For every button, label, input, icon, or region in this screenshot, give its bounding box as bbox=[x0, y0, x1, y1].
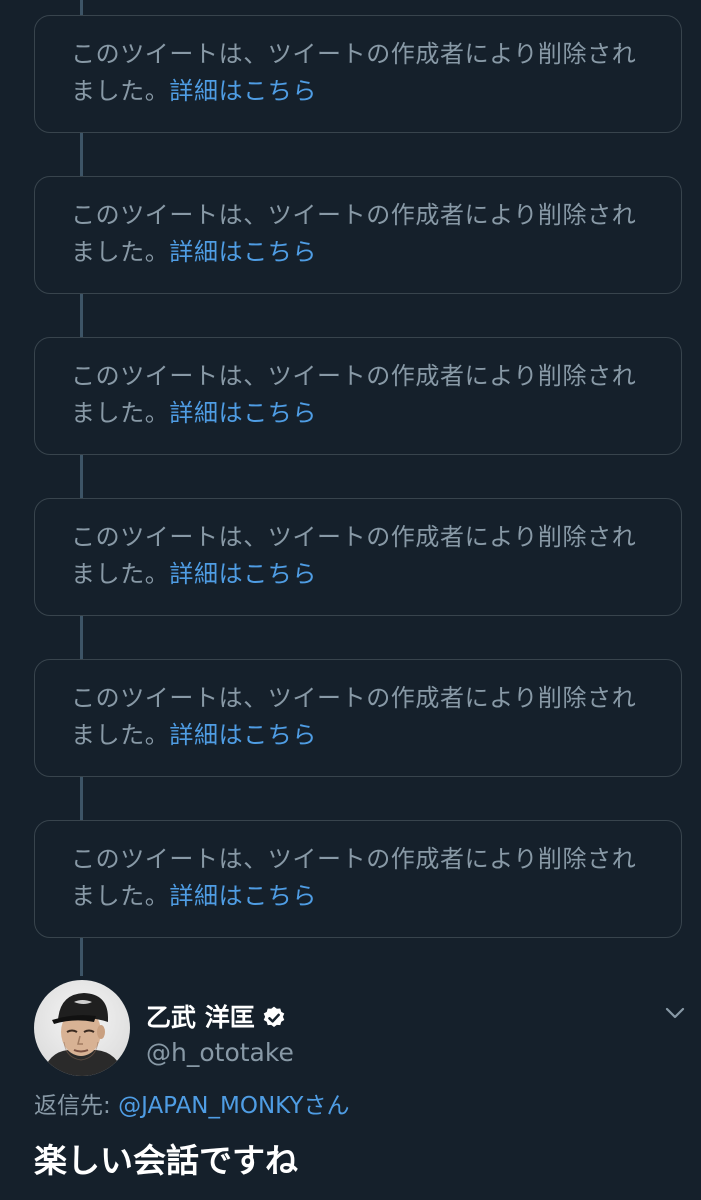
avatar-image bbox=[34, 980, 130, 1076]
deleted-tweet-card: このツイートは、ツイートの作成者により削除されました。詳細はこちら bbox=[34, 176, 682, 294]
reply-target-link[interactable]: @JAPAN_MONKY bbox=[118, 1093, 303, 1119]
tweet-text: 楽しい会話ですね bbox=[34, 1141, 298, 1180]
deleted-tweet-notice: このツイートは、ツイートの作成者により削除されました。 bbox=[71, 845, 637, 910]
display-name[interactable]: 乙武 洋匡 bbox=[146, 1002, 255, 1034]
deleted-tweet-notice: このツイートは、ツイートの作成者により削除されました。 bbox=[71, 523, 637, 588]
deleted-tweet-list: このツイートは、ツイートの作成者により削除されました。詳細はこちら このツイート… bbox=[34, 15, 682, 981]
learn-more-link[interactable]: 詳細はこちら bbox=[169, 399, 317, 427]
avatar[interactable] bbox=[34, 980, 130, 1076]
deleted-tweet-message: このツイートは、ツイートの作成者により削除されました。詳細はこちら bbox=[71, 358, 657, 432]
deleted-tweet-card: このツイートは、ツイートの作成者により削除されました。詳細はこちら bbox=[34, 820, 682, 938]
learn-more-link[interactable]: 詳細はこちら bbox=[169, 560, 317, 588]
deleted-tweet-message: このツイートは、ツイートの作成者により削除されました。詳細はこちら bbox=[71, 197, 657, 271]
deleted-tweet-message: このツイートは、ツイートの作成者により削除されました。詳細はこちら bbox=[71, 841, 657, 915]
deleted-tweet-notice: このツイートは、ツイートの作成者により削除されました。 bbox=[71, 362, 637, 427]
deleted-tweet-card: このツイートは、ツイートの作成者により削除されました。詳細はこちら bbox=[34, 659, 682, 777]
deleted-tweet-message: このツイートは、ツイートの作成者により削除されました。詳細はこちら bbox=[71, 680, 657, 754]
learn-more-link[interactable]: 詳細はこちら bbox=[169, 238, 317, 266]
deleted-tweet-notice: このツイートは、ツイートの作成者により削除されました。 bbox=[71, 40, 637, 105]
deleted-tweet-notice: このツイートは、ツイートの作成者により削除されました。 bbox=[71, 684, 637, 749]
deleted-tweet-card: このツイートは、ツイートの作成者により削除されました。詳細はこちら bbox=[34, 498, 682, 616]
reply-to-line: 返信先: @JAPAN_MONKYさん bbox=[34, 1090, 349, 1122]
deleted-tweet-notice: このツイートは、ツイートの作成者により削除されました。 bbox=[71, 201, 637, 266]
chevron-down-icon[interactable] bbox=[660, 998, 690, 1028]
deleted-tweet-message: このツイートは、ツイートの作成者により削除されました。詳細はこちら bbox=[71, 519, 657, 593]
deleted-tweet-message: このツイートは、ツイートの作成者により削除されました。詳細はこちら bbox=[71, 36, 657, 110]
deleted-tweet-card: このツイートは、ツイートの作成者により削除されました。詳細はこちら bbox=[34, 15, 682, 133]
learn-more-link[interactable]: 詳細はこちら bbox=[169, 77, 317, 105]
verified-badge-icon bbox=[261, 1005, 287, 1031]
learn-more-link[interactable]: 詳細はこちら bbox=[169, 721, 317, 749]
name-row: 乙武 洋匡 bbox=[146, 1002, 294, 1034]
deleted-tweet-card: このツイートは、ツイートの作成者により削除されました。詳細はこちら bbox=[34, 337, 682, 455]
author-info[interactable]: 乙武 洋匡 @h_ototake bbox=[146, 1002, 294, 1070]
user-handle[interactable]: @h_ototake bbox=[146, 1036, 294, 1070]
reply-to-label: 返信先: bbox=[34, 1093, 119, 1119]
learn-more-link[interactable]: 詳細はこちら bbox=[169, 882, 317, 910]
reply-target-suffix[interactable]: さん bbox=[303, 1093, 349, 1119]
